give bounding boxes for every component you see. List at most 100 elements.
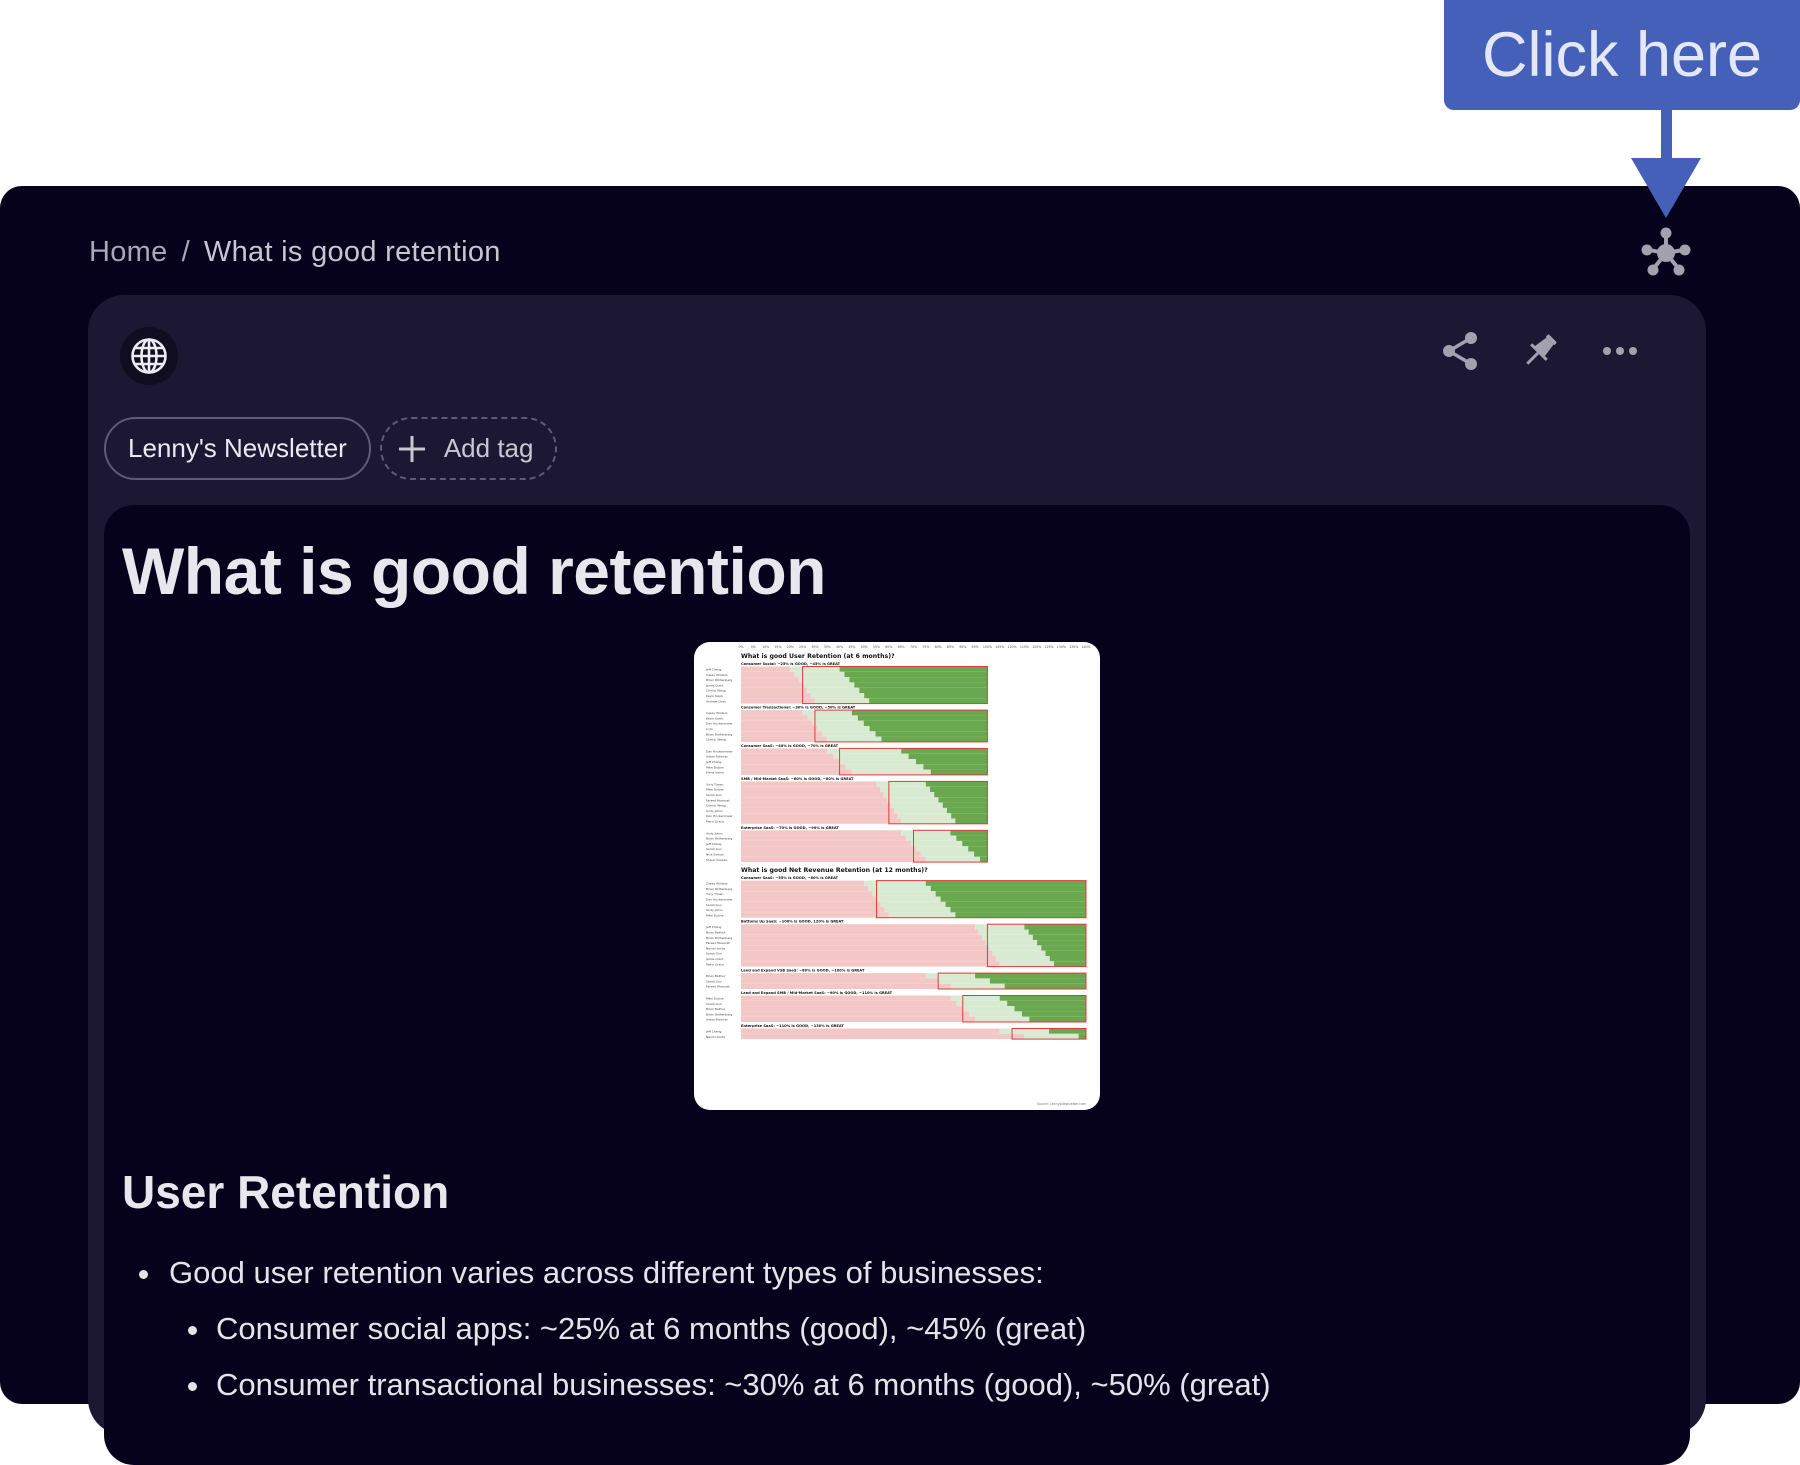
axis-tick-label: 5% xyxy=(751,645,756,649)
good-range-bar xyxy=(901,818,956,824)
good-range-bar xyxy=(802,710,852,716)
axis-tick-label: 65% xyxy=(898,645,905,649)
great-range-bar xyxy=(869,698,988,704)
axis-tick-label: 80% xyxy=(935,645,942,649)
click-here-callout: Click here xyxy=(1444,0,1800,110)
great-range-bar xyxy=(1049,1028,1086,1034)
bad-range-bar xyxy=(741,1006,963,1012)
great-range-bar xyxy=(1029,1016,1086,1022)
good-range-bar xyxy=(868,885,931,892)
share-button[interactable] xyxy=(1420,323,1500,379)
great-range-bar xyxy=(1014,1006,1086,1012)
bad-range-bar xyxy=(741,1000,957,1007)
bad-range-bar xyxy=(741,901,881,908)
axis-tick-label: 125% xyxy=(1044,645,1053,649)
section-label: Consumer SaaS: ~55% is GOOD, ~80% is GRE… xyxy=(741,876,839,880)
good-range-bar xyxy=(822,731,876,737)
globe-icon xyxy=(131,338,167,374)
great-range-bar xyxy=(1078,1033,1086,1040)
good-range-bar xyxy=(996,956,1050,962)
great-range-bar xyxy=(875,731,988,737)
great-range-bar xyxy=(1028,929,1086,935)
retention-benchmark-image[interactable]: 0% 5% 10% 15% 20% 25% 30% 35% 40% 45% 50% 55% 60% 65%… xyxy=(694,642,1100,1110)
great-range-bar xyxy=(951,813,988,819)
respondent-name: Elena Verna xyxy=(706,771,724,775)
respondent-name: Adam Fishman xyxy=(706,755,728,759)
good-range-bar xyxy=(851,769,931,775)
bad-range-bar xyxy=(741,715,808,721)
good-range-bar xyxy=(876,896,941,902)
bad-range-bar xyxy=(741,797,888,803)
respondent-name: Adam Fishman xyxy=(706,1018,728,1022)
great-range-bar xyxy=(1041,945,1086,951)
bad-range-bar xyxy=(741,851,921,857)
good-range-bar xyxy=(794,671,845,678)
bad-range-bar xyxy=(741,813,898,819)
good-range-bar xyxy=(839,759,916,765)
good-range-bar xyxy=(872,891,936,897)
good-range-bar xyxy=(876,781,926,787)
axis-tick-label: 140% xyxy=(1081,645,1090,649)
bad-range-bar xyxy=(741,945,990,951)
good-range-bar xyxy=(790,666,840,672)
document-title: What is good retention xyxy=(122,534,826,608)
pin-icon xyxy=(1526,334,1557,365)
axis-tick-label: 70% xyxy=(910,645,917,649)
respondent-name: Casey Winters xyxy=(706,711,728,715)
bad-range-bar xyxy=(741,978,939,984)
good-range-bar xyxy=(975,1016,1030,1022)
respondent-name: Mike Duboe xyxy=(706,788,724,792)
respondent-name: Nick Soman xyxy=(706,853,724,857)
good-range-bar xyxy=(968,1011,1022,1017)
respondent-name: Kevin Kwok xyxy=(706,694,723,698)
great-range-bar xyxy=(1024,924,1086,930)
respondent-name: Brian Balfour xyxy=(706,931,726,935)
respondent-name: Sarah Guo xyxy=(706,979,722,983)
bad-range-bar xyxy=(741,1016,976,1022)
good-range-bar xyxy=(798,677,850,683)
great-range-bar xyxy=(1049,956,1086,962)
respondent-name: Brian Rothenberg xyxy=(706,837,732,841)
great-range-bar xyxy=(930,786,988,792)
respondent-name: ChenLi Wang xyxy=(706,738,726,742)
pin-button[interactable] xyxy=(1500,323,1580,379)
great-range-bar xyxy=(946,807,988,814)
respondent-name: Jeff Chang xyxy=(705,1030,721,1034)
good-range-bar xyxy=(802,682,855,688)
add-tag-button[interactable]: Add tag xyxy=(379,417,558,480)
respondent-name: Mike Duboe xyxy=(706,913,724,917)
great-range-bar xyxy=(968,846,988,852)
respondent-name: Fareed Mosavat xyxy=(706,985,730,989)
bad-range-bar xyxy=(741,1011,969,1017)
bad-range-bar xyxy=(741,687,807,693)
respondent-name: Mike Duboe xyxy=(706,765,724,769)
bad-range-bar xyxy=(741,710,803,716)
bad-range-bar xyxy=(741,759,840,765)
bad-range-bar xyxy=(741,896,877,902)
respondent-name: Dan Hockenmaier xyxy=(706,749,734,753)
great-range-bar xyxy=(930,885,1086,892)
app-panel: Home / What is good retention Lenny's Ne… xyxy=(0,186,1800,1465)
breadcrumb-home[interactable]: Home xyxy=(89,236,168,268)
bad-range-bar xyxy=(741,818,902,824)
bad-range-bar xyxy=(741,835,907,841)
respondent-name: Andy Johns xyxy=(706,908,723,912)
great-range-bar xyxy=(1045,950,1086,956)
good-range-bar xyxy=(911,840,963,847)
graph-view-button[interactable] xyxy=(1640,226,1692,278)
bullet-text: Good user retention varies across differ… xyxy=(169,1255,1044,1290)
more-options-button[interactable] xyxy=(1580,323,1660,379)
tag-lennys-newsletter[interactable]: Lenny's Newsletter xyxy=(104,417,371,480)
great-range-bar xyxy=(1053,961,1086,967)
respondent-name: Fareed Mosavat xyxy=(706,798,730,802)
good-range-bar xyxy=(989,945,1042,951)
respondent-name: Casey Winters xyxy=(706,673,728,677)
section-label: Enterprise SaaS: ~70% is GOOD, ~90% is G… xyxy=(741,826,839,830)
good-range-bar xyxy=(950,983,1005,989)
bullet-item: Consumer social apps: ~25% at 6 months (… xyxy=(122,1301,1271,1357)
section-label: Land and Expand SMB / Mid-Market SaaS: ~… xyxy=(741,991,893,995)
good-range-bar xyxy=(982,934,1033,941)
good-range-bar xyxy=(894,807,947,814)
good-range-bar xyxy=(956,1000,1008,1007)
respondent-name: Merci Grace xyxy=(706,820,724,824)
